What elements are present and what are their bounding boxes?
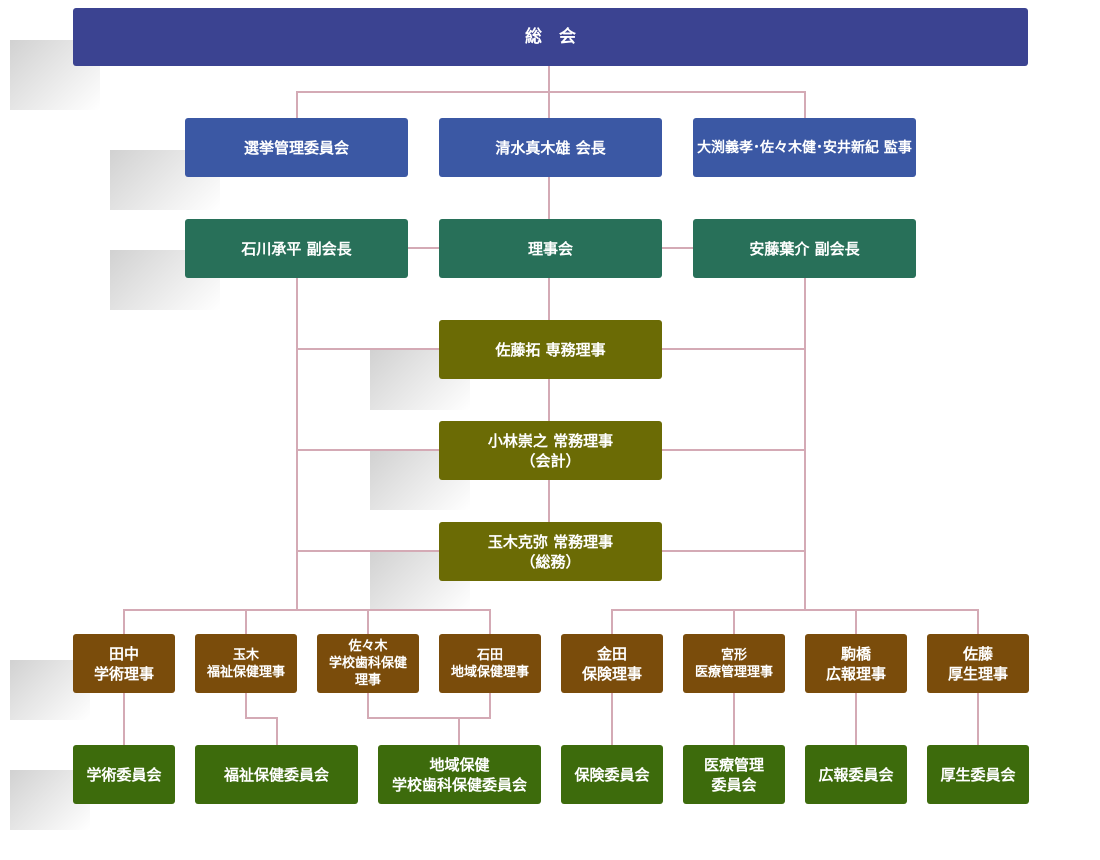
- committee-regional-school-label: 地域保健 学校歯科保健委員会: [391, 755, 527, 794]
- director-medical-box: 宮形 医療管理理事: [683, 634, 785, 693]
- director-benefit-label: 佐藤 厚生理事: [947, 644, 1008, 683]
- board-box: 理事会: [439, 219, 662, 278]
- committee-benefit-label: 厚生委員会: [940, 765, 1016, 784]
- committee-benefit-box: 厚生委員会: [927, 745, 1029, 804]
- director-academic-label: 田中 学術理事: [93, 644, 154, 683]
- committee-insurance-box: 保険委員会: [561, 745, 663, 804]
- committee-academic-label: 学術委員会: [86, 765, 162, 784]
- auditors-label: 大渕義孝･佐々木健･安井新紀 監事: [697, 139, 912, 156]
- connector: [611, 609, 979, 634]
- board-label: 理事会: [527, 239, 573, 258]
- committee-academic-box: 学術委員会: [73, 745, 175, 804]
- committee-regional-school-box: 地域保健 学校歯科保健委員会: [378, 745, 541, 804]
- committee-medical-label: 医療管理 委員会: [703, 755, 764, 794]
- director-pr-label: 駒橋 広報理事: [825, 644, 886, 683]
- auditors-box: 大渕義孝･佐々木健･安井新紀 監事: [693, 118, 916, 177]
- director-pr-box: 駒橋 広報理事: [805, 634, 907, 693]
- director-regional-label: 石田 地域保健理事: [450, 647, 529, 680]
- vice-president-right-box: 安藤葉介 副会長: [693, 219, 916, 278]
- connector: [367, 693, 491, 745]
- director-welfare-label: 玉木 福祉保健理事: [206, 647, 285, 680]
- general-assembly-label: 総 会: [525, 27, 576, 47]
- election-committee-label: 選挙管理委員会: [243, 138, 349, 157]
- senmu-director-box: 佐藤拓 専務理事: [439, 320, 662, 379]
- jomu-accounting-label: 小林崇之 常務理事 （会計）: [487, 431, 614, 470]
- committee-pr-label: 広報委員会: [818, 765, 894, 784]
- jomu-general-label: 玉木克弥 常務理事 （総務）: [487, 532, 614, 571]
- connector: [123, 609, 491, 634]
- vice-president-left-box: 石川承平 副会長: [185, 219, 408, 278]
- director-insurance-label: 金田 保険理事: [581, 644, 642, 683]
- jomu-accounting-box: 小林崇之 常務理事 （会計）: [439, 421, 662, 480]
- vice-president-left-label: 石川承平 副会長: [241, 239, 352, 258]
- jomu-general-box: 玉木克弥 常務理事 （総務）: [439, 522, 662, 581]
- general-assembly-box: 総 会: [73, 8, 1028, 66]
- director-benefit-box: 佐藤 厚生理事: [927, 634, 1029, 693]
- president-box: 清水真木雄 会長: [439, 118, 662, 177]
- committee-welfare-label: 福祉保健委員会: [223, 765, 329, 784]
- connector: [296, 66, 806, 118]
- director-academic-box: 田中 学術理事: [73, 634, 175, 693]
- director-school-box: 佐々木 学校歯科保健 理事: [317, 634, 419, 693]
- committee-welfare-box: 福祉保健委員会: [195, 745, 358, 804]
- director-welfare-box: 玉木 福祉保健理事: [195, 634, 297, 693]
- committee-pr-box: 広報委員会: [805, 745, 907, 804]
- committee-medical-box: 医療管理 委員会: [683, 745, 785, 804]
- vice-president-right-label: 安藤葉介 副会長: [749, 239, 860, 258]
- director-medical-label: 宮形 医療管理理事: [694, 647, 773, 680]
- election-committee-box: 選挙管理委員会: [185, 118, 408, 177]
- director-school-label: 佐々木 学校歯科保健 理事: [328, 639, 407, 688]
- senmu-director-label: 佐藤拓 専務理事: [495, 340, 606, 359]
- president-label: 清水真木雄 会長: [495, 138, 606, 157]
- director-regional-box: 石田 地域保健理事: [439, 634, 541, 693]
- committee-insurance-label: 保険委員会: [574, 765, 650, 784]
- director-insurance-box: 金田 保険理事: [561, 634, 663, 693]
- connector: [245, 693, 278, 745]
